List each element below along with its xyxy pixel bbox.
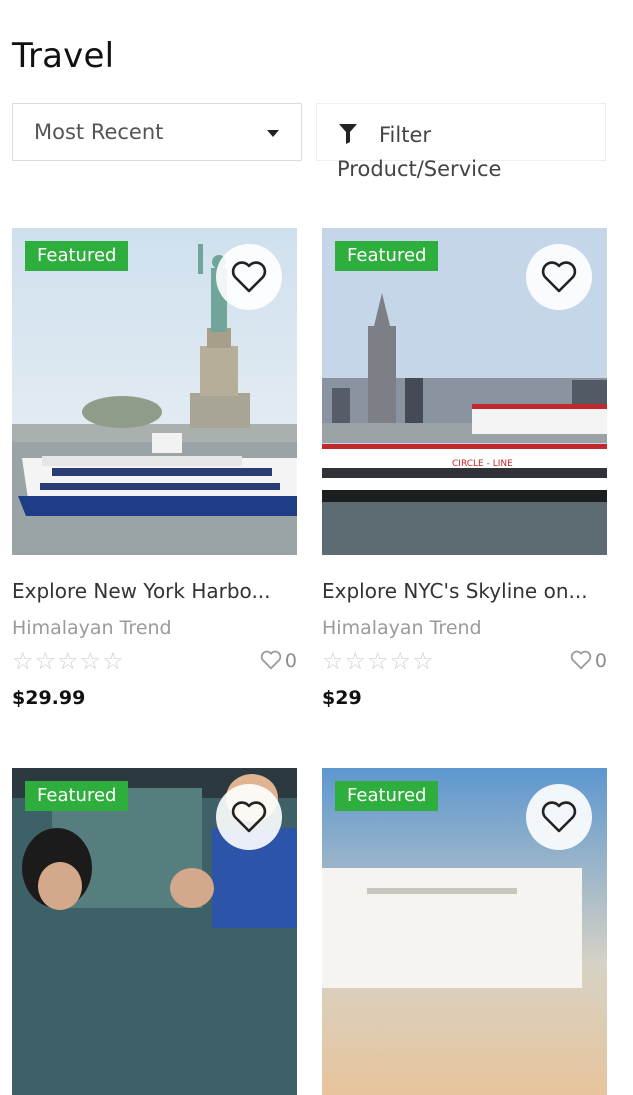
featured-badge: Featured — [25, 781, 129, 811]
product-image[interactable]: Featured — [322, 768, 607, 1095]
product-image[interactable]: Featured — [12, 768, 297, 1095]
seller-name[interactable]: Himalayan Trend — [12, 617, 297, 639]
product-price: $29.99 — [12, 687, 86, 709]
sort-select-label: Most Recent — [34, 120, 164, 144]
favorite-button[interactable] — [216, 784, 282, 850]
featured-badge: Featured — [335, 241, 439, 271]
product-card[interactable]: Featured — [12, 768, 297, 1095]
page-title: Travel — [12, 36, 115, 76]
heart-icon — [260, 650, 282, 670]
product-card[interactable]: Featured Explore New York Harbo... Himal… — [12, 228, 297, 709]
like-count-value: 0 — [594, 650, 607, 672]
star-rating: ☆☆☆☆☆ — [322, 647, 435, 675]
product-title[interactable]: Explore NYC's Skyline on... — [322, 579, 605, 603]
favorite-button[interactable] — [526, 244, 592, 310]
filter-button[interactable]: Filter Product/Service — [316, 103, 606, 181]
like-count[interactable]: 0 — [570, 649, 607, 673]
product-card[interactable]: CIRCLE - LINE Featured Explore NYC's Sky… — [322, 228, 607, 709]
product-card[interactable]: Featured — [322, 768, 607, 1095]
favorite-button[interactable] — [216, 244, 282, 310]
featured-badge: Featured — [25, 241, 129, 271]
heart-icon — [570, 650, 592, 670]
heart-icon — [541, 801, 577, 833]
featured-badge: Featured — [335, 781, 439, 811]
heart-icon — [231, 261, 267, 293]
filter-button-label: Filter Product/Service — [337, 123, 502, 181]
heart-icon — [231, 801, 267, 833]
chevron-down-icon — [267, 130, 279, 137]
favorite-button[interactable] — [526, 784, 592, 850]
star-rating: ☆☆☆☆☆ — [12, 647, 125, 675]
like-count[interactable]: 0 — [260, 649, 297, 673]
sort-select[interactable]: Most Recent — [12, 103, 302, 161]
svg-text:CIRCLE - LINE: CIRCLE - LINE — [452, 459, 513, 469]
seller-name[interactable]: Himalayan Trend — [322, 617, 607, 639]
product-price: $29 — [322, 687, 362, 709]
product-title[interactable]: Explore New York Harbo... — [12, 579, 295, 603]
like-count-value: 0 — [284, 650, 297, 672]
heart-icon — [541, 261, 577, 293]
product-image[interactable]: Featured — [12, 228, 297, 555]
product-image[interactable]: CIRCLE - LINE Featured — [322, 228, 607, 555]
